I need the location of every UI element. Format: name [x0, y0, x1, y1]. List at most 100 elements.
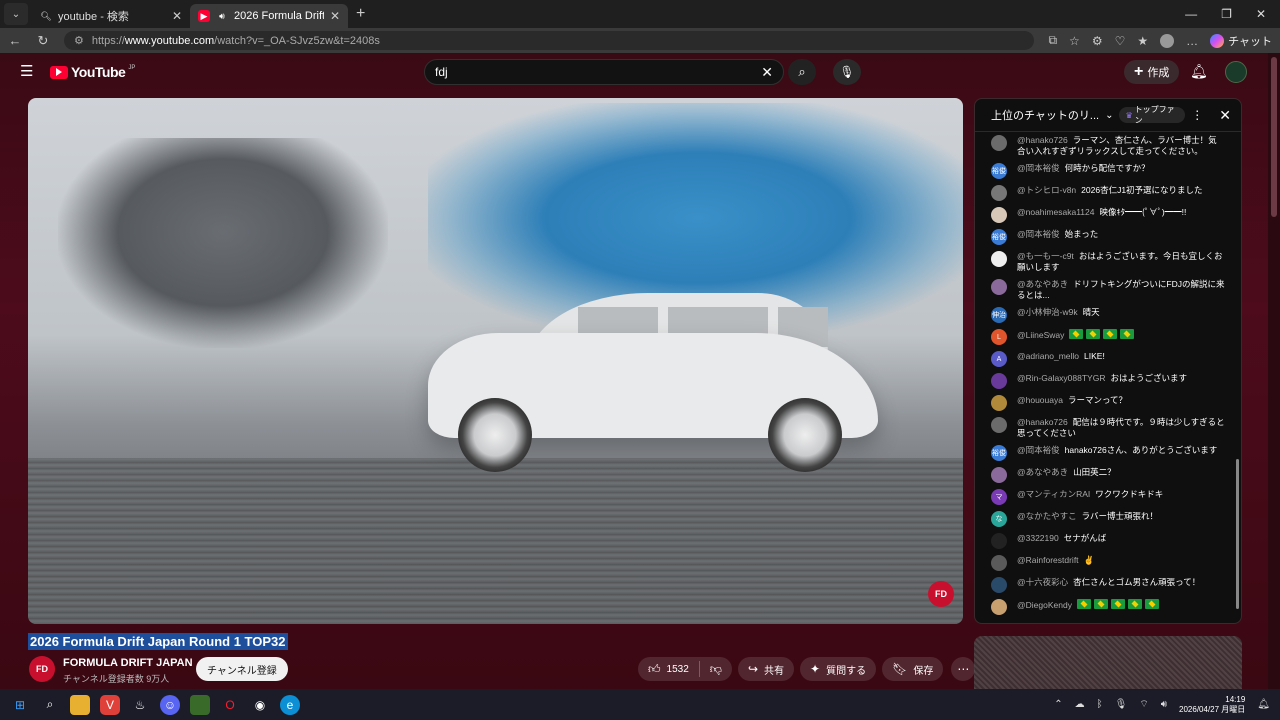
minimize-icon[interactable]: —: [1185, 7, 1197, 21]
ask-button[interactable]: ✦ 質問する: [800, 657, 877, 681]
chat-author-name[interactable]: @岡本裕俊: [1017, 445, 1060, 455]
tray-chevron-icon[interactable]: ⌃: [1054, 699, 1062, 710]
chat-author-name[interactable]: @adriano_mello: [1017, 351, 1079, 361]
chat-author-name[interactable]: @あなやあき: [1017, 279, 1068, 289]
chat-mode-dropdown[interactable]: 上位のチャットのリ...: [991, 107, 1099, 123]
notifications-bell-icon[interactable]: 🔔︎: [1190, 63, 1208, 80]
chat-author-avatar[interactable]: [991, 185, 1007, 201]
chat-author-avatar[interactable]: [991, 395, 1007, 411]
chat-author-name[interactable]: @も一も一-c9t: [1017, 251, 1074, 261]
chat-author-avatar[interactable]: 裕俊: [991, 229, 1007, 245]
browser-essentials-icon[interactable]: ♡: [1115, 34, 1126, 48]
clear-search-icon[interactable]: ✕: [761, 64, 773, 81]
chrome-icon[interactable]: ◉: [250, 695, 270, 715]
chat-author-avatar[interactable]: な: [991, 511, 1007, 527]
url-field[interactable]: ⚙︎ https://www.youtube.com/watch?v=_OA-S…: [64, 31, 1035, 50]
chat-author-name[interactable]: @トシヒロ-v8n: [1017, 185, 1076, 195]
account-avatar[interactable]: [1225, 61, 1247, 83]
back-icon[interactable]: ←: [8, 33, 22, 48]
vivaldi-icon[interactable]: V: [100, 694, 120, 715]
app-icon[interactable]: [190, 694, 210, 715]
chat-author-avatar[interactable]: [991, 555, 1007, 571]
chat-author-name[interactable]: @なかたやすこ: [1017, 511, 1077, 521]
app-available-icon[interactable]: ⧉: [1048, 33, 1057, 48]
chat-author-name[interactable]: @DiegoKendy: [1017, 600, 1072, 610]
channel-name[interactable]: FORMULA DRIFT JAPAN: [63, 657, 193, 669]
chat-author-avatar[interactable]: 裕俊: [991, 445, 1007, 461]
volume-icon[interactable]: 🔊︎: [1161, 699, 1167, 710]
menu-icon[interactable]: ☰: [20, 64, 34, 79]
chat-author-name[interactable]: @Rin-Galaxy088TYGR: [1017, 373, 1105, 383]
like-button[interactable]: 👍︎ 1532: [638, 657, 699, 681]
close-chat-icon[interactable]: ✕: [1219, 107, 1231, 124]
file-explorer-icon[interactable]: [70, 694, 90, 715]
search-button[interactable]: ⌕: [788, 59, 816, 85]
chat-author-name[interactable]: @マンティカンRAI: [1017, 489, 1090, 499]
profile-avatar[interactable]: [1160, 33, 1175, 48]
close-tab-icon[interactable]: ✕: [172, 9, 182, 23]
chat-author-avatar[interactable]: 裕俊: [991, 163, 1007, 179]
copilot-button[interactable]: チャット: [1210, 33, 1272, 49]
chat-author-name[interactable]: @hououaya: [1017, 395, 1063, 405]
reload-icon[interactable]: ↻: [36, 33, 50, 49]
chat-author-name[interactable]: @Rainforestdrift: [1017, 555, 1079, 565]
chat-author-avatar[interactable]: A: [991, 351, 1007, 367]
extensions-icon[interactable]: ⚙: [1092, 34, 1103, 48]
steam-icon[interactable]: ♨: [130, 695, 150, 715]
chat-author-avatar[interactable]: L: [991, 329, 1007, 345]
chat-author-avatar[interactable]: [991, 417, 1007, 433]
save-button[interactable]: 🔖︎ 保存: [882, 657, 944, 681]
bluetooth-icon[interactable]: ᛒ: [1097, 699, 1103, 710]
chat-author-name[interactable]: @あなやあき: [1017, 467, 1068, 477]
chat-author-avatar[interactable]: [991, 135, 1007, 151]
voice-search-button[interactable]: 🎙︎: [833, 59, 861, 85]
discord-icon[interactable]: ☺: [160, 694, 180, 715]
cloud-icon[interactable]: ☁: [1075, 699, 1085, 710]
chat-scrollbar[interactable]: [1235, 139, 1240, 619]
page-scrollbar[interactable]: [1268, 53, 1280, 689]
chat-author-name[interactable]: @noahimesaka1124: [1017, 207, 1094, 217]
channel-watermark[interactable]: FD: [928, 581, 954, 607]
chat-author-avatar[interactable]: マ: [991, 489, 1007, 505]
chat-author-avatar[interactable]: 伸治: [991, 307, 1007, 323]
chevron-down-icon[interactable]: ⌄: [1105, 110, 1113, 121]
top-fan-chip[interactable]: ♛ トップファン: [1119, 105, 1186, 125]
chat-author-name[interactable]: @LiineSway: [1017, 330, 1064, 340]
edge-icon[interactable]: e: [280, 694, 300, 715]
chat-author-avatar[interactable]: [991, 279, 1007, 295]
speaker-icon[interactable]: 🔊︎: [216, 10, 228, 22]
create-button[interactable]: + 作成: [1124, 60, 1180, 84]
window-close-icon[interactable]: ✕: [1256, 7, 1266, 21]
share-button[interactable]: ↪ 共有: [737, 657, 795, 681]
chat-author-name[interactable]: @小林伸治-w9k: [1017, 307, 1078, 317]
video-player[interactable]: FD: [28, 98, 963, 624]
notification-bell-icon[interactable]: 🔔︎: [1257, 699, 1270, 710]
chat-author-name[interactable]: @3322190: [1017, 533, 1059, 543]
system-clock[interactable]: 14:19 2026/04/27 月曜日: [1179, 695, 1245, 715]
chat-author-name[interactable]: @hanako726: [1017, 417, 1068, 427]
chat-author-avatar[interactable]: [991, 373, 1007, 389]
chat-author-name[interactable]: @十六夜彩心: [1017, 577, 1068, 587]
favorite-star-icon[interactable]: ☆: [1069, 34, 1080, 48]
related-video-thumbnail[interactable]: [974, 636, 1242, 689]
favorites-icon[interactable]: ★: [1137, 34, 1148, 48]
more-menu-icon[interactable]: …: [1186, 34, 1198, 48]
tab-actions-menu[interactable]: ⌄: [4, 3, 28, 25]
maximize-icon[interactable]: ❐: [1221, 7, 1232, 21]
youtube-logo[interactable]: YouTube JP: [50, 64, 135, 80]
close-tab-icon[interactable]: ✕: [330, 9, 340, 23]
new-tab-icon[interactable]: +: [356, 5, 365, 23]
subscribe-button[interactable]: チャンネル登録: [196, 657, 288, 681]
search-icon[interactable]: ⌕: [40, 695, 60, 715]
chat-author-name[interactable]: @岡本裕俊: [1017, 163, 1060, 173]
chat-author-avatar[interactable]: [991, 207, 1007, 223]
chat-author-avatar[interactable]: [991, 533, 1007, 549]
browser-tab-video[interactable]: ▶ 🔊︎ 2026 Formula Drift Japan Rou ✕: [190, 4, 348, 28]
site-info-icon[interactable]: ⚙︎: [74, 34, 84, 47]
chat-author-name[interactable]: @岡本裕俊: [1017, 229, 1060, 239]
browser-tab-search[interactable]: 🔍︎ youtube - 検索 ✕: [32, 4, 190, 28]
channel-avatar[interactable]: FD: [29, 656, 55, 682]
more-actions-button[interactable]: ⋯: [951, 657, 976, 681]
microphone-icon[interactable]: 🎙︎: [1115, 699, 1128, 710]
dislike-button[interactable]: 👎︎: [700, 657, 732, 681]
